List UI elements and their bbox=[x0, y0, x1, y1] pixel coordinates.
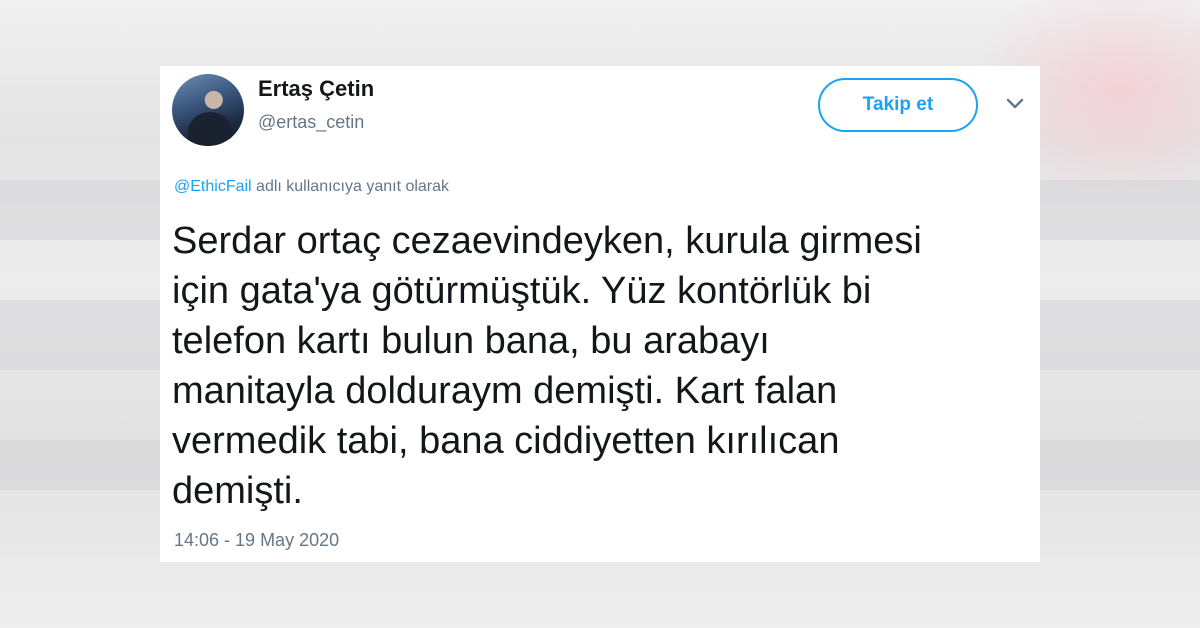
tweet-text-line: telefon kartı bulun bana, bu arabayı bbox=[172, 320, 770, 362]
avatar[interactable] bbox=[172, 74, 244, 146]
tweet-text-line: demişti. bbox=[172, 470, 303, 512]
reply-context-text: adlı kullanıcıya yanıt olarak bbox=[251, 178, 450, 195]
tweet-text: Serdar ortaç cezaevindeyken, kurula girm… bbox=[172, 216, 1022, 516]
reply-mention-link[interactable]: @EthicFail bbox=[174, 178, 252, 195]
follow-button[interactable]: Takip et bbox=[818, 78, 978, 132]
tweet-timestamp[interactable]: 14:06 - 19 May 2020 bbox=[174, 530, 339, 551]
tweet-text-line: için gata'ya götürmüştük. Yüz kontörlük … bbox=[172, 270, 872, 312]
tweet-text-line: manitayla dolduraym demişti. Kart falan bbox=[172, 370, 838, 412]
tweet-card: Ertaş Çetin @ertas_cetin Takip et @Ethic… bbox=[160, 66, 1040, 562]
tweet-text-line: vermedik tabi, bana ciddiyetten kırılıca… bbox=[172, 420, 840, 462]
reply-context: @EthicFail adlı kullanıcıya yanıt olarak bbox=[174, 178, 449, 196]
author-handle[interactable]: @ertas_cetin bbox=[258, 112, 364, 133]
author-display-name[interactable]: Ertaş Çetin bbox=[258, 76, 374, 102]
chevron-down-icon[interactable] bbox=[1004, 96, 1026, 112]
tweet-text-line: Serdar ortaç cezaevindeyken, kurula girm… bbox=[172, 220, 922, 262]
